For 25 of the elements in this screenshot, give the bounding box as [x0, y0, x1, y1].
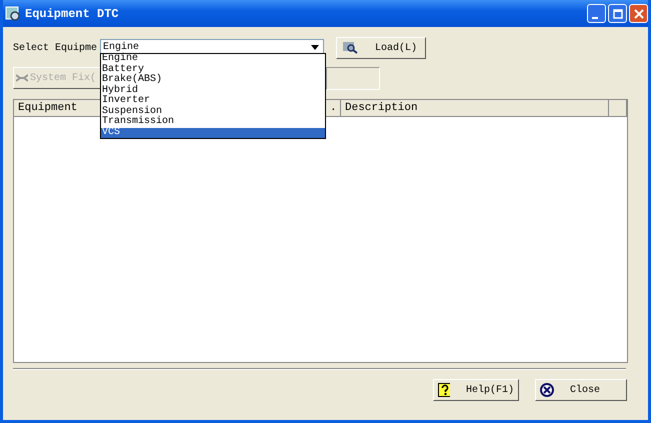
help-button[interactable]: Help(F1) — [433, 379, 519, 401]
caret-icon — [311, 44, 319, 50]
close-button[interactable]: Close — [535, 379, 627, 401]
dropdown-option[interactable]: Transmission — [101, 117, 325, 128]
magnifier-icon — [5, 6, 21, 22]
minimize-icon — [592, 16, 598, 18]
dropdown-option[interactable]: Suspension — [101, 106, 325, 117]
dropdown-option[interactable]: Battery — [101, 64, 325, 75]
column-header[interactable]: Description — [341, 100, 609, 116]
question-icon — [438, 383, 450, 397]
dropdown-option[interactable]: Inverter — [101, 96, 325, 106]
maximize-icon — [612, 8, 622, 18]
magnifier-icon — [343, 42, 359, 54]
dropdown-option[interactable]: Engine — [101, 54, 325, 64]
close-button[interactable] — [629, 4, 648, 23]
maximize-button[interactable] — [608, 4, 627, 23]
select-equipment-label: Select Equipme — [13, 42, 98, 54]
window-title: Equipment DTC — [25, 6, 119, 20]
minimize-button[interactable] — [587, 4, 606, 23]
empty-panel — [326, 66, 380, 90]
load-button[interactable]: Load(L) — [336, 37, 426, 59]
dropdown-option[interactable]: Brake(ABS) — [101, 75, 325, 86]
close-icon — [634, 8, 644, 18]
close-icon — [540, 383, 554, 397]
dropdown-option[interactable]: Hybrid — [101, 86, 325, 96]
